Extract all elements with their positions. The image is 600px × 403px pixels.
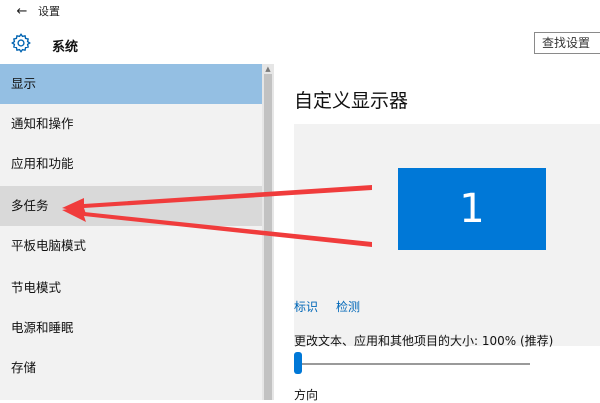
page-title: 自定义显示器 xyxy=(294,90,409,112)
sidebar-scrollbar[interactable]: ▲ xyxy=(262,64,274,400)
orientation-label: 方向 xyxy=(294,388,319,402)
sidebar-item-tablet-mode[interactable]: 平板电脑模式 xyxy=(0,226,262,266)
page-header: 系统 查找设置 xyxy=(0,22,600,64)
main-content: 自定义显示器 1 标识 检测 更改文本、应用和其他项目的大小: 100% (推荐… xyxy=(274,64,600,402)
scale-slider-thumb[interactable] xyxy=(294,352,302,374)
monitor-tile[interactable]: 1 xyxy=(398,168,546,250)
sidebar-item-multitasking[interactable]: 多任务 xyxy=(0,186,262,226)
window-title: 设置 xyxy=(38,5,60,18)
sidebar-item-apps[interactable]: 应用和功能 xyxy=(0,144,262,184)
search-input[interactable]: 查找设置 xyxy=(534,32,600,54)
identify-link[interactable]: 标识 xyxy=(294,298,318,315)
scale-slider-track[interactable] xyxy=(294,363,530,365)
sidebar-item-battery-saver[interactable]: 节电模式 xyxy=(0,268,262,308)
detect-link[interactable]: 检测 xyxy=(336,298,360,315)
sidebar-item-display[interactable]: 显示 xyxy=(0,64,262,104)
sidebar-item-notifications[interactable]: 通知和操作 xyxy=(0,104,262,144)
scale-label: 更改文本、应用和其他项目的大小: 100% (推荐) xyxy=(294,334,554,348)
section-title: 系统 xyxy=(52,40,79,55)
scrollbar-thumb[interactable] xyxy=(264,74,272,400)
gear-icon xyxy=(11,33,31,53)
sidebar-item-storage[interactable]: 存储 xyxy=(0,348,262,388)
sidebar: 显示 通知和操作 应用和功能 多任务 平板电脑模式 节电模式 电源和睡眠 存储 xyxy=(0,64,262,400)
arrow-left-icon: ← xyxy=(16,3,28,19)
title-bar: ← 设置 xyxy=(0,0,600,22)
sidebar-item-power-sleep[interactable]: 电源和睡眠 xyxy=(0,308,262,348)
scroll-up-icon[interactable]: ▲ xyxy=(262,64,274,74)
